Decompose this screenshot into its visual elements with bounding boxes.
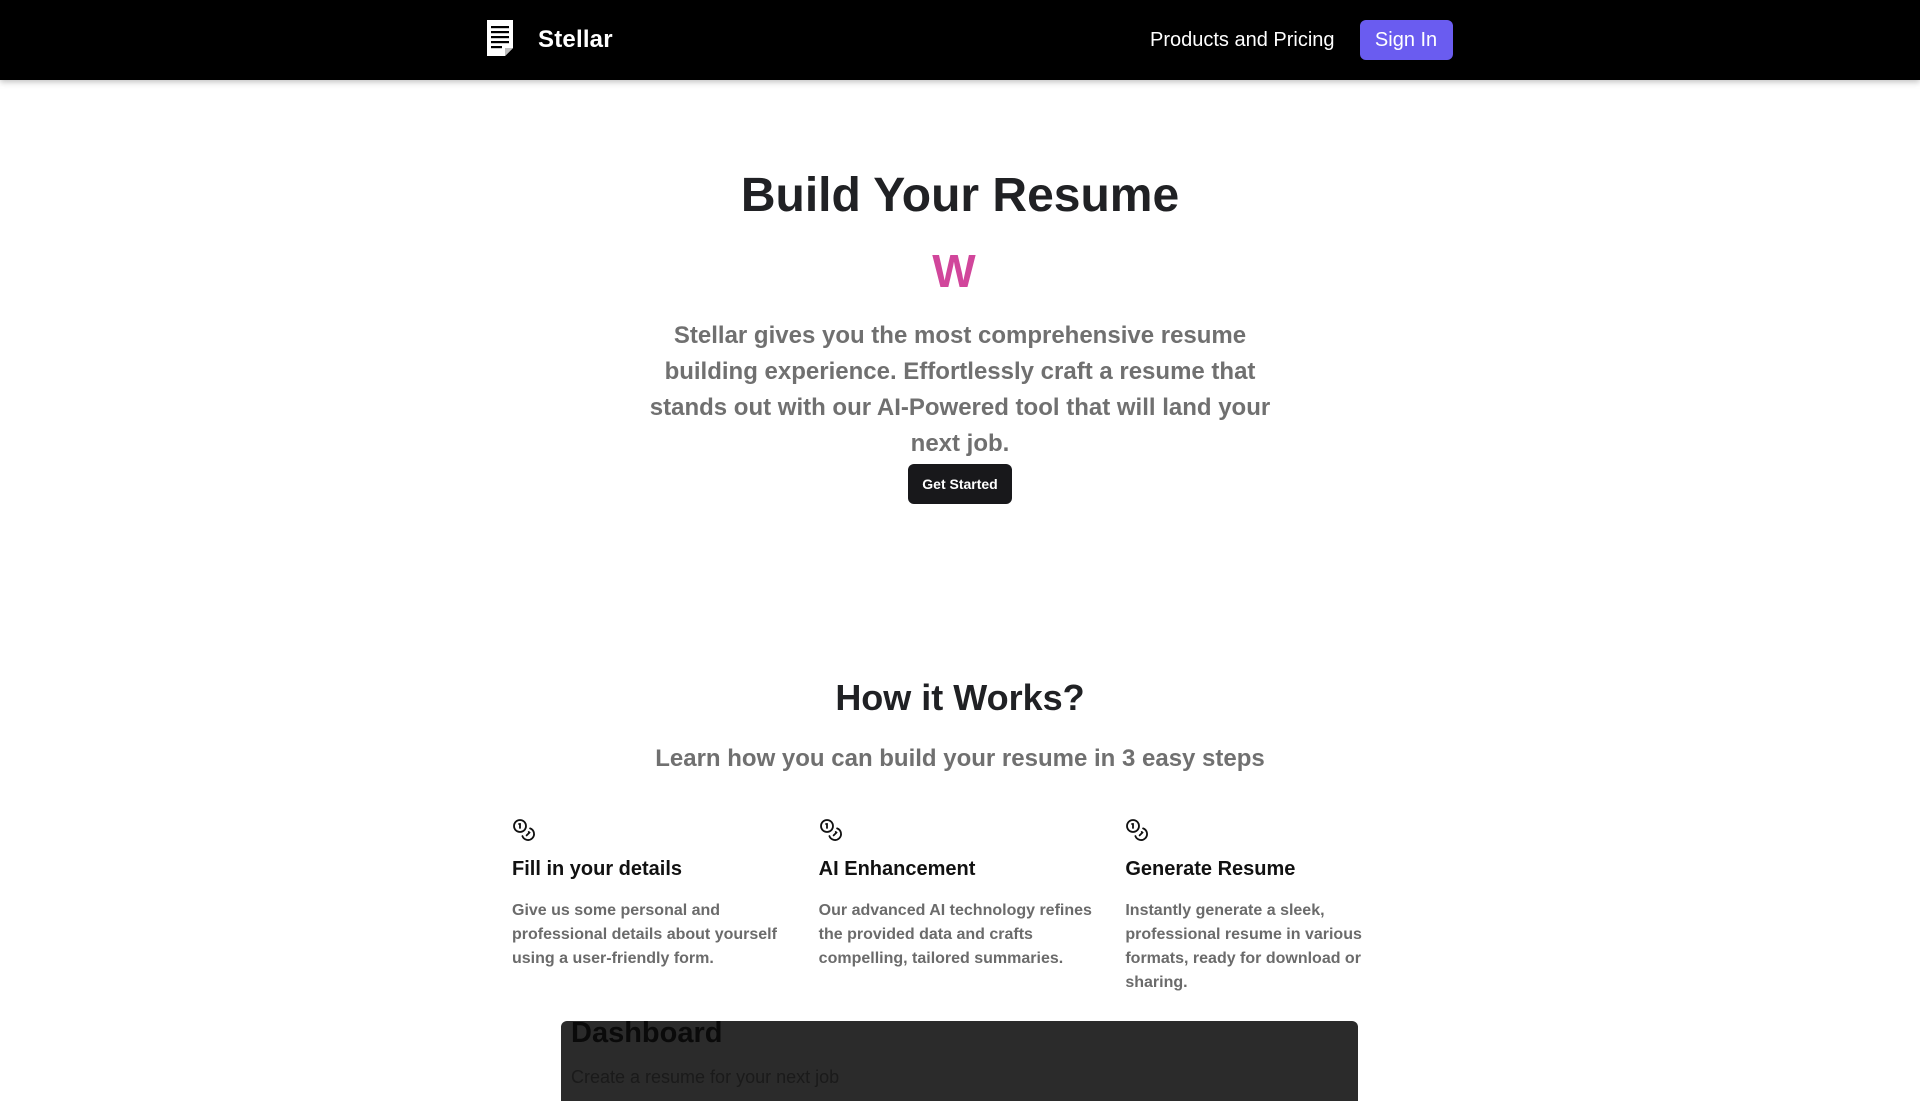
products-pricing-link[interactable]: Products and Pricing [1150,29,1335,52]
how-subtitle: Learn how you can build your resume in 3… [655,745,1265,772]
coins-icon [1125,818,1402,842]
document-icon [484,18,538,63]
dashboard-preview: Dashboard Create a resume for your next … [561,1021,1358,1101]
step-description: Our advanced AI technology refines the p… [818,902,1092,967]
step-description: Give us some personal and professional d… [512,902,777,967]
step-title: Generate Resume [1125,858,1296,880]
hero-description: Stellar gives you the most comprehensive… [649,322,1271,457]
hero-title: Build Your Resume [740,169,1180,222]
steps-list: Fill in your details Give us some person… [512,818,1432,995]
step-card: Fill in your details Give us some person… [512,818,819,995]
step-title: Fill in your details [512,858,683,880]
coins-icon [819,818,1096,842]
step-description: Instantly generate a sleek, professional… [1125,902,1362,991]
brand-name: Stellar [538,26,613,53]
nav-actions: Products and Pricing Sign In [1150,20,1453,60]
coins-icon [512,818,789,842]
top-navbar: Stellar Products and Pricing Sign In [0,0,1920,80]
brand-link[interactable]: Stellar [484,18,613,63]
how-title: How it Works? [835,677,1085,718]
preview-title: Dashboard [571,1021,723,1049]
sign-in-button[interactable]: Sign In [1359,20,1453,60]
get-started-button[interactable]: Get Started [908,464,1012,504]
preview-subtitle: Create a resume for your next job [571,1067,840,1087]
step-card: Generate Resume Instantly generate a sle… [1125,818,1432,995]
typewriter-text: W [932,245,976,297]
step-title: AI Enhancement [818,858,976,880]
step-card: AI Enhancement Our advanced AI technolog… [819,818,1126,995]
